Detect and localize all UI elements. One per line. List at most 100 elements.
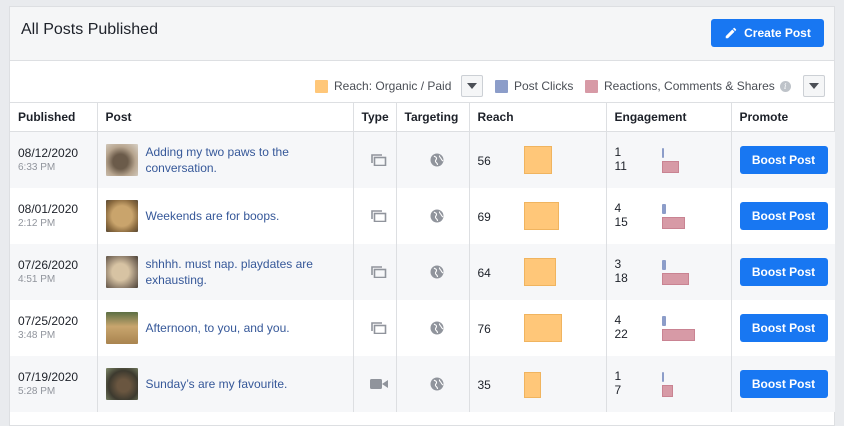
table-row[interactable]: 07/26/2020 4:51 PM shhhh. must nap. play…: [10, 243, 835, 300]
video-icon: [369, 378, 388, 389]
panel-header: All Posts Published Create Post: [10, 7, 834, 61]
reach-cell: 69: [468, 187, 606, 244]
boost-post-button[interactable]: Boost Post: [739, 257, 828, 286]
col-targeting[interactable]: Targeting: [395, 102, 469, 132]
post-thumbnail[interactable]: [105, 143, 138, 176]
legend-clicks: Post Clicks: [495, 71, 573, 101]
engagement-dropdown-button[interactable]: [802, 75, 825, 97]
reach-cell: 76: [468, 299, 606, 356]
table-row[interactable]: 07/19/2020 5:28 PM Sunday’s are my favou…: [10, 355, 835, 412]
post-clicks-bar: [661, 259, 666, 270]
create-post-button[interactable]: Create Post: [711, 19, 824, 47]
table-row[interactable]: 08/01/2020 2:12 PM Weekends are for boop…: [10, 187, 835, 244]
promote-cell: Boost Post: [730, 131, 835, 188]
boost-post-button[interactable]: Boost Post: [739, 201, 828, 230]
post-clicks-value: 3: [614, 256, 622, 271]
engagement-cell: 4 22: [605, 299, 731, 356]
post-clicks-value: 4: [614, 200, 622, 215]
type-cell: [352, 243, 396, 300]
post-thumbnail[interactable]: [105, 367, 138, 400]
chevron-down-icon: [467, 83, 478, 89]
chevron-down-icon: [808, 83, 819, 89]
reach-value: 35: [477, 377, 491, 392]
clicks-swatch: [495, 79, 508, 93]
post-cell: shhhh. must nap. playdates are exhaustin…: [96, 243, 353, 300]
engagement-cell: 4 15: [605, 187, 731, 244]
post-link[interactable]: shhhh. must nap. playdates are exhaustin…: [146, 256, 331, 288]
reach-value: 76: [477, 321, 491, 336]
type-cell: [352, 299, 396, 356]
post-date: 08/12/2020: [18, 145, 79, 160]
post-cell: Weekends are for boops.: [96, 187, 353, 244]
legend-clicks-label: Post Clicks: [514, 79, 574, 93]
globe-icon: [430, 321, 443, 334]
post-cell: Afternoon, to you, and you.: [96, 299, 353, 356]
post-clicks-value: 1: [614, 145, 622, 159]
type-cell: [352, 355, 396, 412]
reactions-bar: [661, 272, 689, 285]
post-time: 4:51 PM: [18, 273, 56, 285]
post-date: 08/01/2020: [18, 201, 79, 216]
reactions-value: 11: [614, 159, 627, 173]
posts-table: Published Post Type Targeting Reach Enga…: [10, 102, 835, 412]
reach-value: 56: [477, 154, 491, 168]
boost-post-button[interactable]: Boost Post: [739, 145, 828, 174]
post-thumbnail[interactable]: [105, 255, 138, 288]
post-date: 07/19/2020: [18, 369, 79, 384]
legend-reach: Reach: Organic / Paid: [315, 71, 484, 101]
promote-cell: Boost Post: [730, 187, 835, 244]
reactions-bar: [661, 216, 685, 229]
reach-bar: [523, 257, 556, 286]
targeting-cell: [395, 187, 469, 244]
post-clicks-bar: [661, 371, 664, 382]
boost-post-button[interactable]: Boost Post: [739, 369, 828, 398]
post-thumbnail[interactable]: [105, 311, 138, 344]
post-link[interactable]: Weekends are for boops.: [146, 208, 331, 224]
reach-swatch: [315, 79, 328, 93]
reactions-bar: [661, 328, 695, 341]
col-published[interactable]: Published: [10, 102, 97, 132]
col-post[interactable]: Post: [96, 102, 353, 132]
type-cell: [352, 187, 396, 244]
engagement-cell: 3 18: [605, 243, 731, 300]
table-header-row: Published Post Type Targeting Reach Enga…: [10, 102, 835, 132]
engagement-cell: 1 11: [605, 131, 731, 188]
post-clicks-bar: [661, 148, 664, 158]
col-type[interactable]: Type: [352, 102, 396, 132]
post-thumbnail[interactable]: [105, 199, 138, 232]
legend-reactions-label: Reactions, Comments & Shares: [604, 79, 775, 93]
engagement-cell: 1 7: [605, 355, 731, 412]
post-link[interactable]: Adding my two paws to the conversation.: [146, 144, 331, 176]
col-engagement[interactable]: Engagement: [605, 102, 731, 132]
post-link[interactable]: Afternoon, to you, and you.: [146, 320, 331, 336]
globe-icon: [430, 377, 443, 390]
post-clicks-bar: [661, 315, 666, 326]
promote-cell: Boost Post: [730, 299, 835, 356]
targeting-cell: [395, 243, 469, 300]
type-cell: [352, 131, 396, 188]
pencil-icon: [725, 27, 737, 39]
post-clicks-value: 1: [614, 368, 622, 383]
post-date: 07/25/2020: [18, 313, 79, 328]
reach-bar: [523, 146, 552, 174]
col-promote[interactable]: Promote: [730, 102, 835, 132]
reactions-value: 18: [614, 270, 628, 285]
reactions-swatch: [585, 79, 598, 93]
reactions-value: 22: [614, 326, 628, 341]
col-reach[interactable]: Reach: [468, 102, 606, 132]
post-link[interactable]: Sunday’s are my favourite.: [146, 376, 331, 392]
boost-post-button[interactable]: Boost Post: [739, 313, 828, 342]
info-icon[interactable]: i: [779, 80, 791, 92]
post-clicks-value: 4: [614, 312, 622, 327]
post-clicks-bar: [661, 203, 666, 214]
table-row[interactable]: 08/12/2020 6:33 PM Adding my two paws to…: [10, 131, 835, 188]
reactions-bar: [661, 384, 673, 397]
reach-cell: 64: [468, 243, 606, 300]
photo-icon: [370, 265, 386, 278]
reach-cell: 35: [468, 355, 606, 412]
reach-dropdown-button[interactable]: [461, 75, 484, 97]
targeting-cell: [395, 299, 469, 356]
published-cell: 07/25/2020 3:48 PM: [10, 299, 97, 356]
reach-value: 69: [477, 209, 491, 224]
table-row[interactable]: 07/25/2020 3:48 PM Afternoon, to you, an…: [10, 299, 835, 356]
